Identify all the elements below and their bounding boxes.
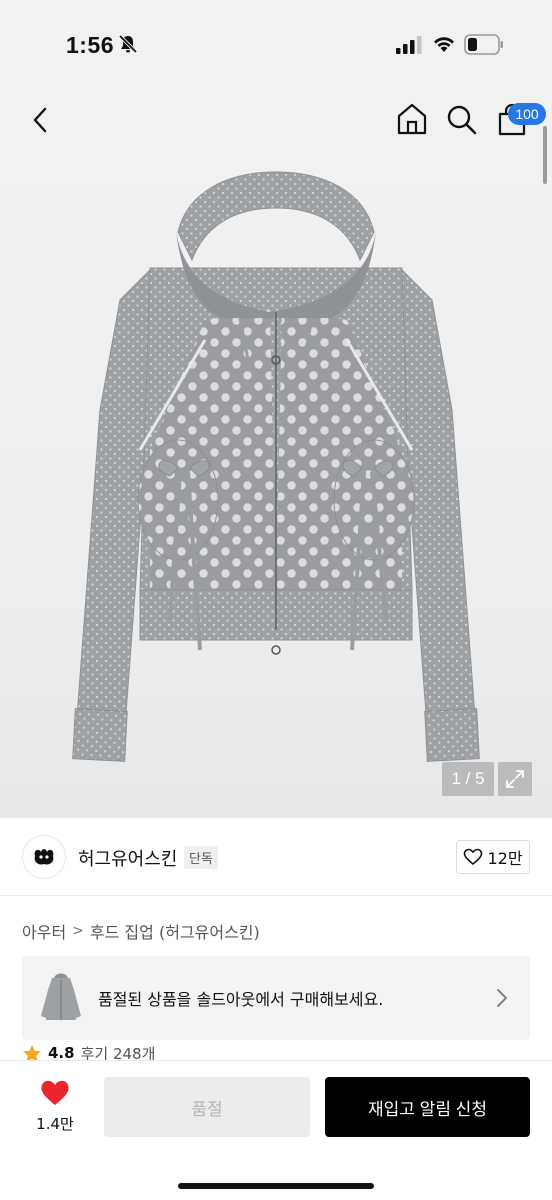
product-thumbnail bbox=[38, 968, 84, 1028]
brand-row: 허그유어스킨 단독 12만 bbox=[0, 818, 552, 896]
page-scrollbar[interactable] bbox=[543, 126, 547, 184]
brand-logo-icon bbox=[34, 849, 54, 865]
cart-count-badge: 100 bbox=[508, 103, 546, 125]
soldout-banner-text: 품절된 상품을 솔드아웃에서 구매해보세요. bbox=[98, 990, 384, 1009]
product-image[interactable] bbox=[0, 150, 552, 818]
nav-bar bbox=[0, 92, 552, 150]
breadcrumb-subcategory[interactable]: 후드 집업 (허그유어스킨) bbox=[90, 919, 260, 943]
heart-filled-icon[interactable] bbox=[40, 1079, 70, 1107]
soldout-button[interactable]: 품절 bbox=[104, 1077, 310, 1137]
soldout-banner[interactable]: 품절된 상품을 솔드아웃에서 구매해보세요. bbox=[22, 956, 530, 1040]
chevron-right-icon bbox=[497, 989, 507, 1007]
home-indicator bbox=[178, 1183, 374, 1189]
search-icon[interactable] bbox=[444, 100, 480, 138]
brand-like-count: 12만 bbox=[487, 849, 523, 868]
back-button[interactable] bbox=[22, 102, 58, 138]
bottom-action-bar: 1.4만 품절 재입고 알림 신청 bbox=[0, 1060, 552, 1200]
brand-name[interactable]: 허그유어스킨 bbox=[78, 845, 177, 871]
status-bar: 1:56 bbox=[0, 0, 552, 92]
brand-like-button[interactable]: 12만 bbox=[456, 840, 530, 874]
wifi-icon bbox=[434, 37, 454, 52]
restock-alert-button[interactable]: 재입고 알림 신청 bbox=[325, 1077, 530, 1137]
bell-slash-icon bbox=[118, 34, 138, 54]
chevron-left-icon bbox=[33, 107, 47, 133]
signal-icon bbox=[396, 36, 422, 54]
heart-outline-icon bbox=[464, 848, 483, 865]
chevron-right-icon: > bbox=[72, 923, 84, 939]
breadcrumb-category[interactable]: 아우터 bbox=[22, 919, 66, 943]
wish-count: 1.4만 bbox=[36, 1115, 74, 1133]
expand-icon bbox=[506, 770, 524, 788]
image-counter: 1 / 5 bbox=[442, 762, 494, 796]
expand-image-button[interactable] bbox=[498, 762, 532, 796]
home-icon[interactable] bbox=[394, 100, 430, 138]
hoodie-image bbox=[72, 171, 480, 762]
breadcrumb: 아우터 > 후드 집업 (허그유어스킨) bbox=[22, 919, 260, 943]
status-time: 1:56 bbox=[66, 32, 115, 58]
battery-icon bbox=[464, 34, 503, 55]
exclusive-tag: 단독 bbox=[184, 846, 218, 869]
brand-logo[interactable] bbox=[22, 835, 66, 879]
